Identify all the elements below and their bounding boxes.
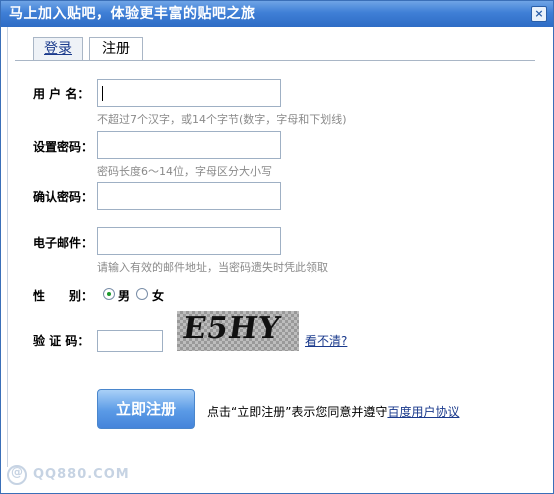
captcha-text: E5HY — [180, 311, 283, 346]
agreement-prefix: 点击“立即注册”表示您同意并遵守 — [207, 405, 388, 419]
register-button[interactable]: 立即注册 — [97, 389, 195, 429]
watermark: @ QQ880.COM — [7, 463, 130, 487]
dialog-title: 马上加入贴吧，体验更丰富的贴吧之旅 — [9, 6, 256, 22]
tab-underline — [15, 60, 535, 61]
agreement-text: 点击“立即注册”表示您同意并遵守百度用户协议 — [207, 403, 459, 420]
register-dialog: 马上加入贴吧，体验更丰富的贴吧之旅 × 登录 注册 用 户 名： 不超过7个汉字… — [0, 0, 554, 494]
gender-male-label[interactable]: 男 — [118, 287, 130, 304]
user-agreement-link[interactable]: 百度用户协议 — [387, 405, 459, 419]
watermark-at-symbol: @ — [11, 465, 23, 479]
gender-label: 性 别： — [33, 289, 94, 303]
username-label: 用 户 名： — [33, 87, 90, 101]
watermark-text: QQ880.COM — [33, 467, 130, 482]
password-label: 设置密码： — [33, 140, 94, 154]
email-label: 电子邮件： — [33, 236, 94, 250]
radio-selected-dot — [107, 292, 111, 296]
confirm-password-input[interactable] — [97, 182, 281, 210]
left-divider — [7, 27, 8, 467]
text-caret — [102, 86, 103, 101]
close-button[interactable]: × — [531, 6, 547, 22]
email-input[interactable] — [97, 227, 281, 255]
tab-register[interactable]: 注册 — [89, 37, 143, 61]
captcha-label: 验 证 码： — [33, 334, 90, 348]
close-icon: × — [534, 7, 544, 20]
captcha-input[interactable] — [97, 330, 163, 352]
confirm-password-label: 确认密码： — [33, 190, 94, 204]
password-hint: 密码长度6～14位，字母区分大小写 — [97, 165, 272, 178]
title-bar: 马上加入贴吧，体验更丰富的贴吧之旅 × — [1, 1, 553, 27]
gender-female-label[interactable]: 女 — [152, 287, 164, 304]
gender-male-radio[interactable] — [103, 288, 115, 300]
password-input[interactable] — [97, 131, 281, 159]
email-hint: 请输入有效的邮件地址，当密码遗失时凭此领取 — [97, 261, 328, 274]
username-hint: 不超过7个汉字，或14个字节(数字，字母和下划线) — [97, 113, 347, 126]
gender-female-radio[interactable] — [136, 288, 148, 300]
captcha-image[interactable]: E5HY — [177, 311, 299, 351]
username-input[interactable] — [97, 79, 281, 107]
tab-login[interactable]: 登录 — [33, 37, 83, 61]
captcha-refresh-link[interactable]: 看不清? — [305, 332, 347, 349]
